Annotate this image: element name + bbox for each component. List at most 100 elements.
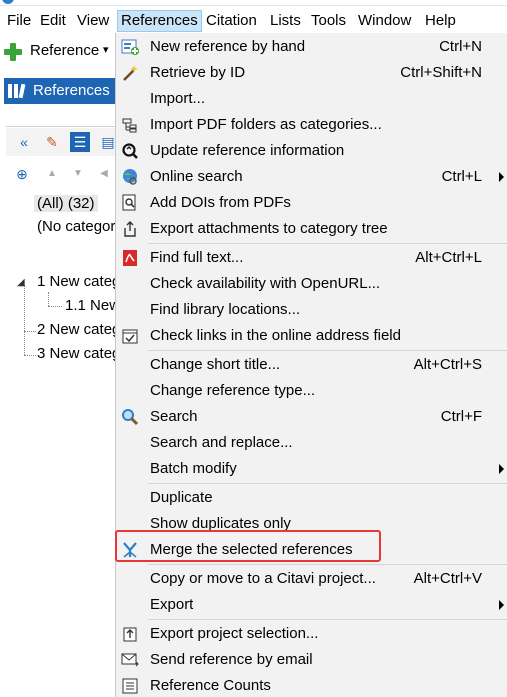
nav-references-label: References <box>33 82 110 99</box>
menu-bar: File Edit View References Citation Lists… <box>0 8 507 34</box>
menu-item-shortcut: Ctrl+L <box>441 168 482 185</box>
menu-item-import-pdf-folders[interactable]: Import PDF folders as categories... <box>116 112 507 138</box>
menu-item-shortcut: Ctrl+Shift+N <box>400 64 482 81</box>
new-reference-icon <box>121 38 139 56</box>
menu-item-check-openurl[interactable]: Check availability with OpenURL... <box>116 271 507 297</box>
title-strip <box>0 0 507 6</box>
menu-item-retrieve-by-id[interactable]: Retrieve by ID Ctrl+Shift+N <box>116 60 507 86</box>
tree-item-category[interactable]: 3 New categ <box>37 345 120 362</box>
menu-separator <box>148 350 507 351</box>
menu-item-label: Copy or move to a Citavi project... <box>150 570 376 587</box>
tree-connector <box>48 306 62 307</box>
menu-item-change-reference-type[interactable]: Change reference type... <box>116 378 507 404</box>
menu-item-label: Retrieve by ID <box>150 64 246 81</box>
menu-item-export[interactable]: Export <box>116 592 507 618</box>
menu-item-batch-modify[interactable]: Batch modify <box>116 456 507 482</box>
menu-item-check-links[interactable]: Check links in the online address field <box>116 323 507 349</box>
magnifier-icon <box>121 408 139 426</box>
menu-item-shortcut: Ctrl+N <box>439 38 482 55</box>
menu-item-label: Search <box>150 408 198 425</box>
menu-citation[interactable]: Citation <box>204 11 259 31</box>
menu-item-export-attachments[interactable]: Export attachments to category tree <box>116 216 507 242</box>
tree-item-category[interactable]: 1.1 New <box>65 297 120 314</box>
submenu-arrow-icon <box>499 172 504 182</box>
menu-item-send-email[interactable]: Send reference by email <box>116 647 507 673</box>
menu-item-copy-or-move[interactable]: Copy or move to a Citavi project... Alt+… <box>116 566 507 592</box>
menu-item-label: Import... <box>150 90 206 107</box>
add-reference-button[interactable]: Reference <box>30 42 99 59</box>
menu-item-label: Check links in the online address field <box>150 327 401 344</box>
expand-arrow-icon[interactable]: ◢ <box>17 277 25 288</box>
menu-item-add-dois[interactable]: Add DOIs from PDFs <box>116 190 507 216</box>
menu-item-shortcut: Alt+Ctrl+V <box>413 570 482 587</box>
references-dropdown-menu: New reference by hand Ctrl+N Retrieve by… <box>115 33 507 697</box>
move-up-icon[interactable]: ▲ <box>42 164 62 184</box>
globe-search-icon <box>121 168 139 186</box>
menu-item-label: Export <box>150 596 194 613</box>
magic-wand-icon <box>121 64 139 82</box>
chevron-down-icon[interactable]: ▾ <box>103 43 109 56</box>
menu-help[interactable]: Help <box>423 11 458 31</box>
submenu-arrow-icon <box>499 600 504 610</box>
menu-file[interactable]: File <box>5 11 33 31</box>
tree-item-category[interactable]: 1 New categ <box>37 273 120 290</box>
menu-references[interactable]: References <box>117 10 202 32</box>
menu-item-label: Export project selection... <box>150 625 319 642</box>
menu-item-export-project-selection[interactable]: Export project selection... <box>116 621 507 647</box>
menu-item-duplicate[interactable]: Duplicate <box>116 485 507 511</box>
menu-item-label: Change short title... <box>150 356 281 373</box>
export-selection-icon <box>121 625 139 643</box>
tree-connector <box>24 355 36 356</box>
tree-connector <box>24 331 36 332</box>
menu-item-search[interactable]: Search Ctrl+F <box>116 404 507 430</box>
edit-category-icon[interactable]: ✎ <box>42 132 62 152</box>
tree-connector <box>48 292 49 306</box>
folder-tree-icon <box>121 116 139 134</box>
menu-item-label: Import PDF folders as categories... <box>150 116 382 133</box>
menu-item-reference-counts[interactable]: Reference Counts <box>116 673 507 697</box>
category-toolbar: « ✎ ☰ ▤ <box>6 128 116 156</box>
email-icon <box>121 651 139 669</box>
collapse-panel-icon[interactable]: « <box>14 132 34 152</box>
tree-item-category[interactable]: 2 New categ <box>37 321 120 338</box>
move-left-icon[interactable]: ◀ <box>94 164 114 184</box>
tree-item-no-category[interactable]: (No category <box>37 218 123 235</box>
refresh-search-icon <box>121 142 139 160</box>
menu-item-change-short-title[interactable]: Change short title... Alt+Ctrl+S <box>116 352 507 378</box>
menu-separator <box>148 243 507 244</box>
menu-separator <box>148 564 507 565</box>
menu-item-label: Find full text... <box>150 249 244 266</box>
menu-item-label: Add DOIs from PDFs <box>150 194 291 211</box>
menu-tools[interactable]: Tools <box>309 11 348 31</box>
menu-item-find-library-locations[interactable]: Find library locations... <box>116 297 507 323</box>
check-links-icon <box>121 327 139 345</box>
menu-window[interactable]: Window <box>356 11 413 31</box>
menu-item-new-reference[interactable]: New reference by hand Ctrl+N <box>116 34 507 60</box>
menu-item-find-full-text[interactable]: Find full text... Alt+Ctrl+L <box>116 245 507 271</box>
menu-edit[interactable]: Edit <box>38 11 68 31</box>
nav-references-button[interactable]: References <box>4 78 116 104</box>
add-reference-icon[interactable] <box>4 43 22 61</box>
menu-item-update-reference-info[interactable]: Update reference information <box>116 138 507 164</box>
menu-item-label: Online search <box>150 168 243 185</box>
tree-item-all[interactable]: (All) (32) <box>34 195 98 212</box>
doi-search-icon <box>121 194 139 212</box>
add-category-icon[interactable]: ⊕ <box>12 164 32 184</box>
menu-item-label: Change reference type... <box>150 382 316 399</box>
highlight-annotation <box>115 530 381 562</box>
move-down-icon[interactable]: ▼ <box>68 164 88 184</box>
category-view-icon[interactable]: ☰ <box>70 132 90 152</box>
menu-item-search-and-replace[interactable]: Search and replace... <box>116 430 507 456</box>
menu-item-label: Update reference information <box>150 142 345 159</box>
tree-connector <box>24 285 25 355</box>
menu-separator <box>148 619 507 620</box>
submenu-arrow-icon <box>499 464 504 474</box>
menu-item-label: Search and replace... <box>150 434 293 451</box>
menu-item-label: Send reference by email <box>150 651 313 668</box>
menu-view[interactable]: View <box>75 11 111 31</box>
menu-item-online-search[interactable]: Online search Ctrl+L <box>116 164 507 190</box>
menu-separator <box>148 483 507 484</box>
menu-item-label: Batch modify <box>150 460 237 477</box>
menu-item-import[interactable]: Import... <box>116 86 507 112</box>
menu-lists[interactable]: Lists <box>268 11 303 31</box>
